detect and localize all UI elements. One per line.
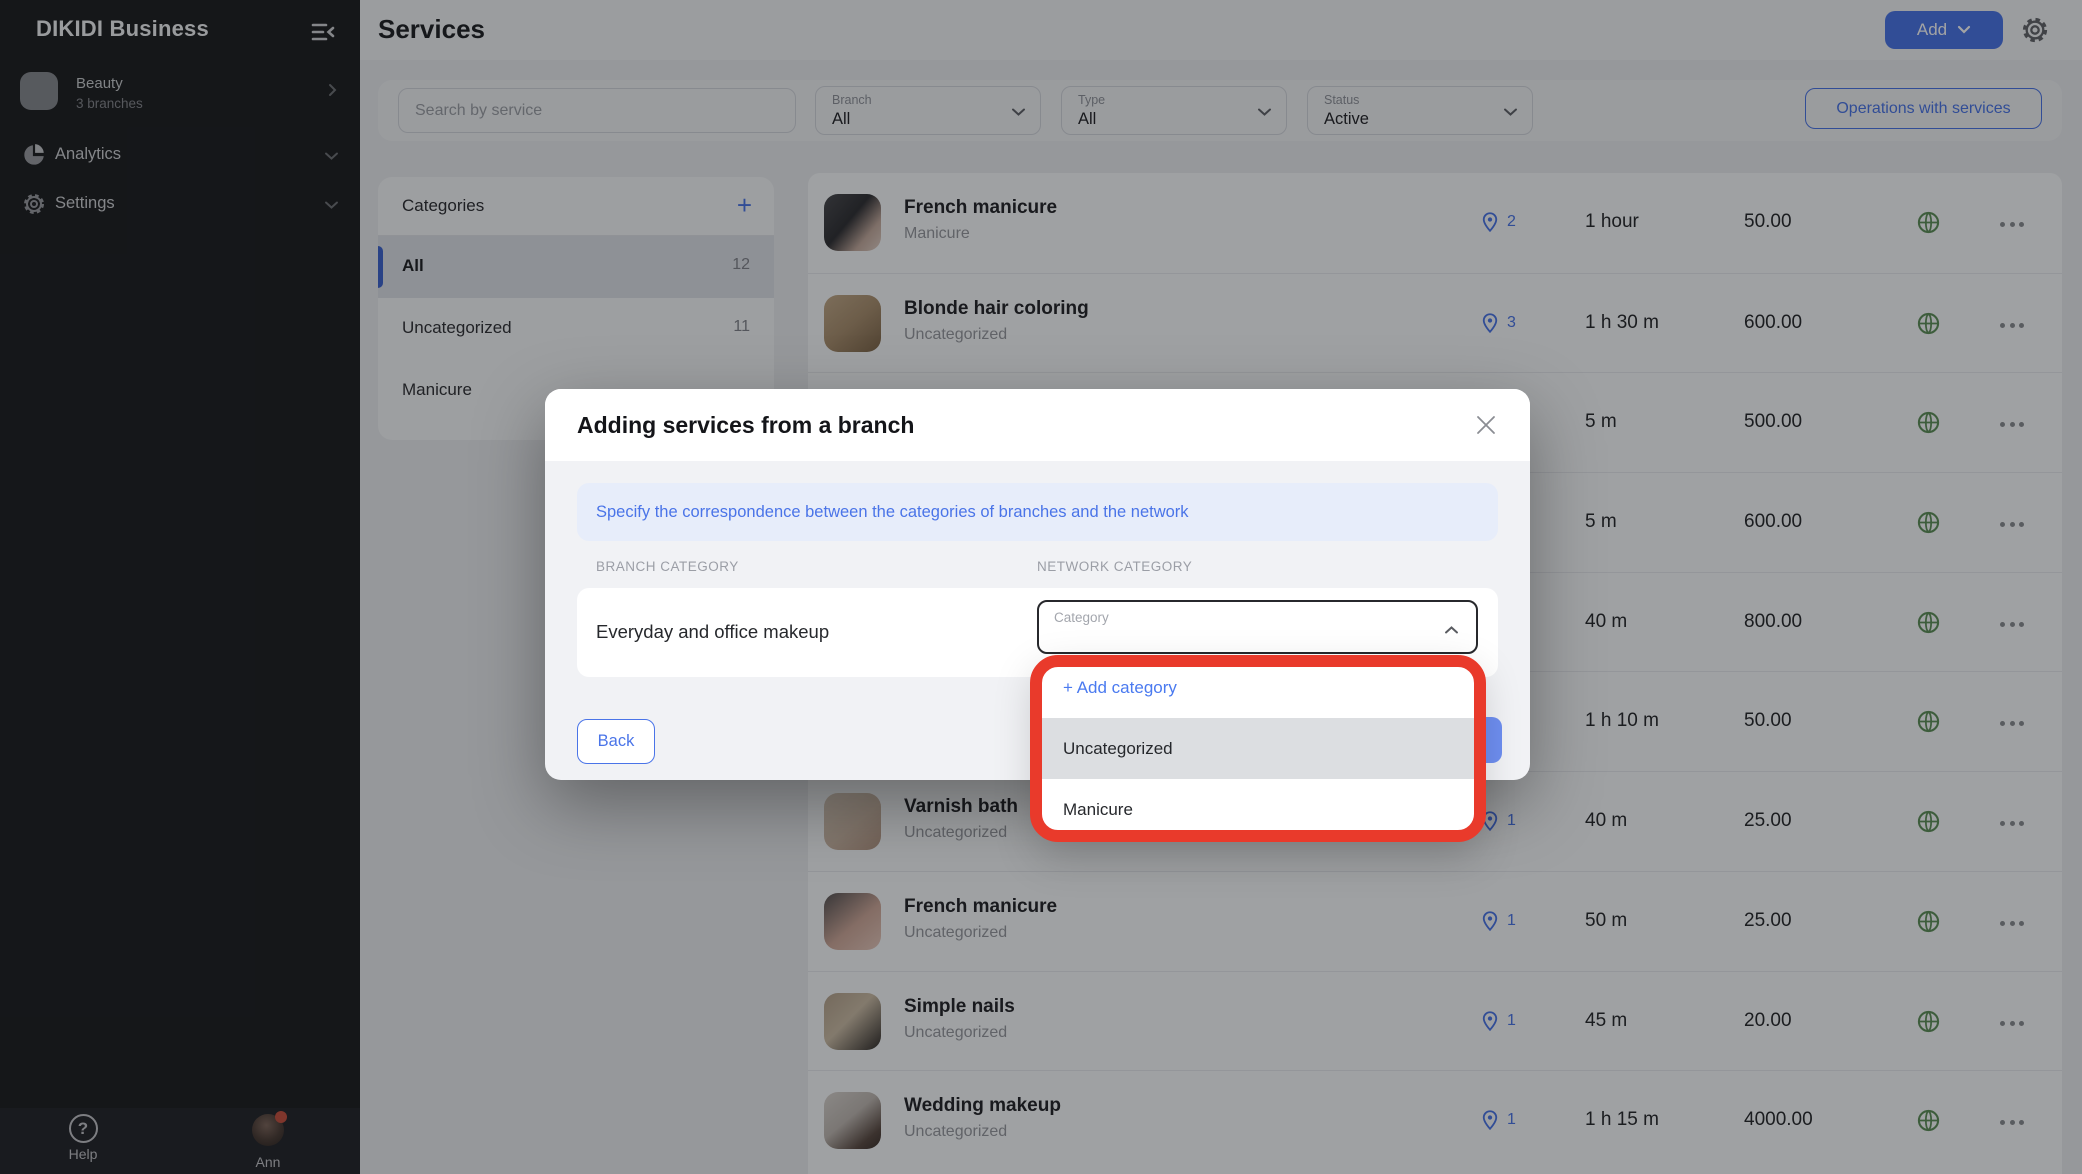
select-placeholder: Category	[1054, 610, 1109, 625]
modal-title: Adding services from a branch	[577, 412, 914, 439]
network-category-column-label: NETWORK CATEGORY	[1037, 559, 1192, 574]
network-category-select[interactable]: Category	[1037, 600, 1478, 654]
info-banner: Specify the correspondence between the c…	[577, 483, 1498, 541]
chevron-up-icon	[1444, 622, 1459, 640]
dropdown-option-uncategorized[interactable]: Uncategorized	[1037, 718, 1478, 779]
add-category-option[interactable]: + Add category	[1037, 657, 1478, 718]
back-button[interactable]: Back	[577, 719, 655, 764]
info-banner-text: Specify the correspondence between the c…	[596, 503, 1189, 522]
branch-category-column-label: BRANCH CATEGORY	[596, 559, 739, 574]
modal-header: Adding services from a branch	[545, 389, 1530, 461]
close-icon[interactable]	[1474, 413, 1500, 439]
dropdown-option-manicure[interactable]: Manicure	[1037, 779, 1478, 839]
category-dropdown-menu: + Add category Uncategorized Manicure	[1037, 657, 1478, 839]
branch-category-value: Everyday and office makeup	[596, 621, 829, 643]
